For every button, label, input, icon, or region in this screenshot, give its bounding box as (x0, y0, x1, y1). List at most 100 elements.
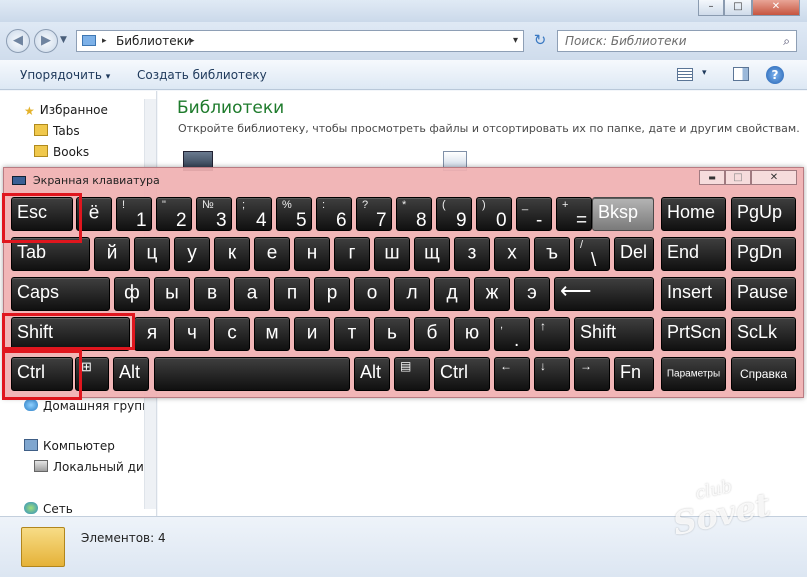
key-label: у (187, 242, 197, 264)
key-menu[interactable]: ▤ (394, 357, 430, 391)
key-shift-right[interactable]: Shift (574, 317, 654, 351)
key-letter-п[interactable]: п (274, 277, 310, 311)
key-letter-с[interactable]: с (214, 317, 250, 351)
key-letter-ъ[interactable]: ъ (534, 237, 570, 271)
key-end[interactable]: End (661, 237, 726, 271)
create-library-button[interactable]: Создать библиотеку (137, 68, 267, 82)
address-path[interactable]: Библиотеки (116, 31, 192, 51)
key-letter-я[interactable]: я (134, 317, 170, 351)
key-letter-о[interactable]: о (354, 277, 390, 311)
key-letter-а[interactable]: а (234, 277, 270, 311)
address-field[interactable]: ▸ Библиотеки ▸ ▾ (76, 30, 524, 52)
key-letter-м[interactable]: м (254, 317, 290, 351)
key-sclk[interactable]: ScLk (731, 317, 796, 351)
key-number-12[interactable]: + = (556, 197, 592, 231)
key-letter-ж[interactable]: ж (474, 277, 510, 311)
key-letter-в[interactable]: в (194, 277, 230, 311)
osk-maximize-button[interactable]: □ (725, 170, 751, 185)
key-letter-р[interactable]: р (314, 277, 350, 311)
forward-button[interactable]: ▶ (34, 29, 58, 53)
key-shift-symbol: % (282, 199, 292, 211)
nav-tabs[interactable]: Tabs (34, 122, 80, 140)
key-letter-б[interactable]: б (414, 317, 450, 351)
key-alt-right[interactable]: Alt (354, 357, 390, 391)
close-button[interactable]: ✕ (752, 0, 800, 16)
osk-minimize-button[interactable]: ▬ (699, 170, 725, 185)
key-letter-у[interactable]: у (174, 237, 210, 271)
key-letter-к[interactable]: к (214, 237, 250, 271)
key-number-5[interactable]: % 5 (276, 197, 312, 231)
key-number-9[interactable]: (9 (436, 197, 472, 231)
osk-close-button[interactable]: ✕ (751, 170, 797, 185)
key-ctrl-right[interactable]: Ctrl (434, 357, 490, 391)
nav-local-disk[interactable]: Локальный дис (34, 458, 150, 476)
recent-pages-chevron-icon[interactable]: ▼ (60, 35, 67, 45)
key-letter-ы[interactable]: ы (154, 277, 190, 311)
key-arrow-left[interactable]: ← (494, 357, 530, 391)
key-period[interactable]: ,. (494, 317, 530, 351)
key-caps[interactable]: Caps (11, 277, 110, 311)
refresh-icon[interactable]: ↻ (528, 30, 552, 52)
key-pgdn[interactable]: PgDn (731, 237, 796, 271)
key-number-8[interactable]: * 8 (396, 197, 432, 231)
key-letter-г[interactable]: г (334, 237, 370, 271)
organize-button[interactable]: Упорядочить ▾ (20, 68, 110, 82)
osk-options-button[interactable]: Параметры (661, 357, 726, 391)
key-number-6[interactable]: :6 (316, 197, 352, 231)
key-number-7[interactable]: ? 7 (356, 197, 392, 231)
views-icon[interactable] (677, 68, 693, 81)
search-input[interactable]: Поиск: Библиотеки ⌕ (557, 30, 797, 52)
key-backspace[interactable]: Bksp (592, 197, 654, 231)
key-enter[interactable]: ⟵ (554, 277, 654, 311)
key-backslash[interactable]: / \ (574, 237, 610, 271)
key-number-11[interactable]: _ - (516, 197, 552, 231)
key-number-4[interactable]: ; 4 (236, 197, 272, 231)
key-letter-щ[interactable]: щ (414, 237, 450, 271)
key-number-1[interactable]: ! 1 (116, 197, 152, 231)
preview-pane-icon[interactable] (733, 67, 749, 81)
key-insert[interactable]: Insert (661, 277, 726, 311)
key-letter-д[interactable]: д (434, 277, 470, 311)
maximize-button[interactable]: □ (724, 0, 752, 16)
nav-computer[interactable]: Компьютер (24, 437, 115, 455)
key-letter-ш[interactable]: ш (374, 237, 410, 271)
key-letter-ф[interactable]: ф (114, 277, 150, 311)
key-letter-и[interactable]: и (294, 317, 330, 351)
key-label: п (286, 282, 298, 304)
key-letter-л[interactable]: л (394, 277, 430, 311)
key-arrow-up[interactable]: ↑ (534, 317, 570, 351)
key-letter-е[interactable]: е (254, 237, 290, 271)
osk-help-button[interactable]: Справка (731, 357, 796, 391)
views-dropdown-icon[interactable]: ▾ (702, 68, 707, 78)
key-pause[interactable]: Pause (731, 277, 796, 311)
key-letter-х[interactable]: х (494, 237, 530, 271)
key-letter-ц[interactable]: ц (134, 237, 170, 271)
chevron-down-icon[interactable]: ▾ (513, 31, 518, 51)
back-button[interactable]: ◀ (6, 29, 30, 53)
key-fn[interactable]: Fn (614, 357, 654, 391)
key-del[interactable]: Del (614, 237, 654, 271)
key-letter-н[interactable]: н (294, 237, 330, 271)
key-letter-т[interactable]: т (334, 317, 370, 351)
key-letter-ю[interactable]: ю (454, 317, 490, 351)
nav-books[interactable]: Books (34, 143, 89, 161)
key-space[interactable] (154, 357, 350, 391)
key-number-2[interactable]: " 2 (156, 197, 192, 231)
key-letter-з[interactable]: з (454, 237, 490, 271)
key-letter-ь[interactable]: ь (374, 317, 410, 351)
chevron-right-icon[interactable]: ▸ (190, 31, 195, 51)
key-alt-left[interactable]: Alt (113, 357, 149, 391)
key-number-3[interactable]: № 3 (196, 197, 232, 231)
key-arrow-down[interactable]: ↓ (534, 357, 570, 391)
key-letter-ч[interactable]: ч (174, 317, 210, 351)
minimize-button[interactable]: – (698, 0, 724, 16)
key-pgup[interactable]: PgUp (731, 197, 796, 231)
nav-favorites[interactable]: ★ Избранное (24, 101, 108, 119)
help-icon[interactable]: ? (766, 66, 784, 84)
key-home[interactable]: Home (661, 197, 726, 231)
key-letter-й[interactable]: й (94, 237, 130, 271)
key-prtscn[interactable]: PrtScn (661, 317, 726, 351)
key-number-10[interactable]: ) 0 (476, 197, 512, 231)
key-letter-э[interactable]: э (514, 277, 550, 311)
key-arrow-right[interactable]: → (574, 357, 610, 391)
